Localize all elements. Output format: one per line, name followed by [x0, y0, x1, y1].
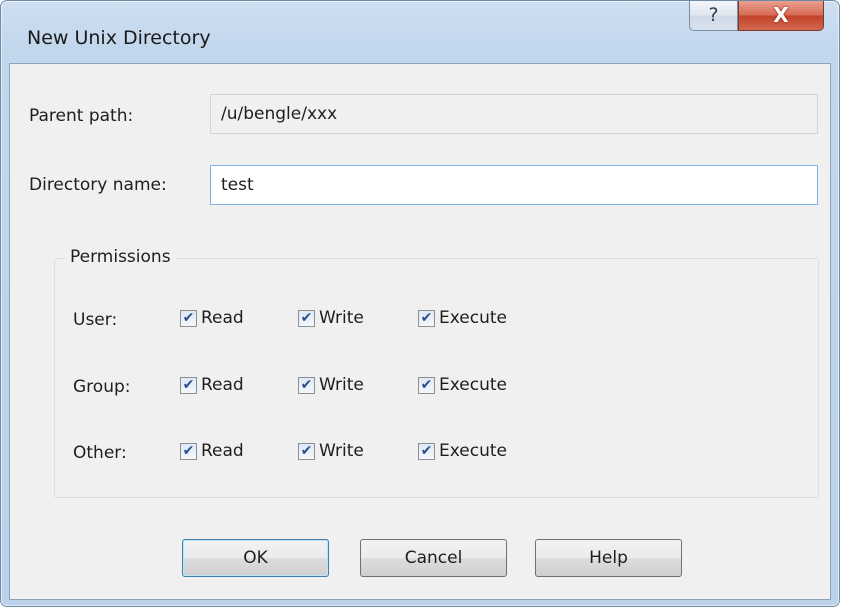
checkbox-label: Execute [439, 441, 507, 461]
checkmark-icon: ✔ [298, 442, 315, 460]
group-execute-checkbox[interactable]: ✔ Execute [418, 375, 507, 395]
group-write-checkbox[interactable]: ✔ Write [298, 375, 364, 395]
checkmark-icon: ✔ [180, 309, 197, 327]
other-execute-checkbox[interactable]: ✔ Execute [418, 441, 507, 461]
ok-button[interactable]: OK [182, 539, 329, 577]
directory-name-label: Directory name: [29, 175, 167, 195]
title-help-button[interactable]: ? [689, 1, 738, 31]
permissions-groupbox: Permissions User: ✔ Read ✔ Write ✔ Execu… [54, 247, 819, 498]
checkbox-label: Execute [439, 308, 507, 328]
checkmark-icon: ✔ [180, 376, 197, 394]
other-read-checkbox[interactable]: ✔ Read [180, 441, 244, 461]
dialog-body: Parent path: /u/bengle/xxx Directory nam… [9, 63, 831, 600]
dialog-window: New Unix Directory ? X Parent path: /u/b… [0, 0, 840, 607]
user-row-label: User: [73, 310, 118, 330]
question-icon: ? [708, 4, 719, 26]
checkmark-icon: ✔ [298, 309, 315, 327]
checkbox-label: Write [319, 375, 364, 395]
parent-path-label: Parent path: [29, 106, 134, 126]
checkbox-label: Write [319, 441, 364, 461]
group-row-label: Group: [73, 377, 131, 397]
checkmark-icon: ✔ [298, 376, 315, 394]
checkmark-icon: ✔ [418, 442, 435, 460]
title-close-button[interactable]: X [738, 1, 824, 31]
other-row-label: Other: [73, 443, 127, 463]
group-read-checkbox[interactable]: ✔ Read [180, 375, 244, 395]
permissions-title: Permissions [65, 247, 176, 267]
user-execute-checkbox[interactable]: ✔ Execute [418, 308, 507, 328]
other-write-checkbox[interactable]: ✔ Write [298, 441, 364, 461]
window-title: New Unix Directory [27, 27, 211, 49]
checkbox-label: Read [201, 441, 244, 461]
user-write-checkbox[interactable]: ✔ Write [298, 308, 364, 328]
checkbox-label: Read [201, 308, 244, 328]
checkbox-label: Execute [439, 375, 507, 395]
checkmark-icon: ✔ [180, 442, 197, 460]
directory-name-input[interactable]: test [210, 165, 818, 205]
help-button[interactable]: Help [535, 539, 682, 577]
cancel-button[interactable]: Cancel [360, 539, 507, 577]
checkbox-label: Read [201, 375, 244, 395]
user-read-checkbox[interactable]: ✔ Read [180, 308, 244, 328]
checkmark-icon: ✔ [418, 376, 435, 394]
close-icon: X [773, 3, 789, 27]
checkbox-label: Write [319, 308, 364, 328]
parent-path-field: /u/bengle/xxx [210, 94, 818, 134]
checkmark-icon: ✔ [418, 309, 435, 327]
